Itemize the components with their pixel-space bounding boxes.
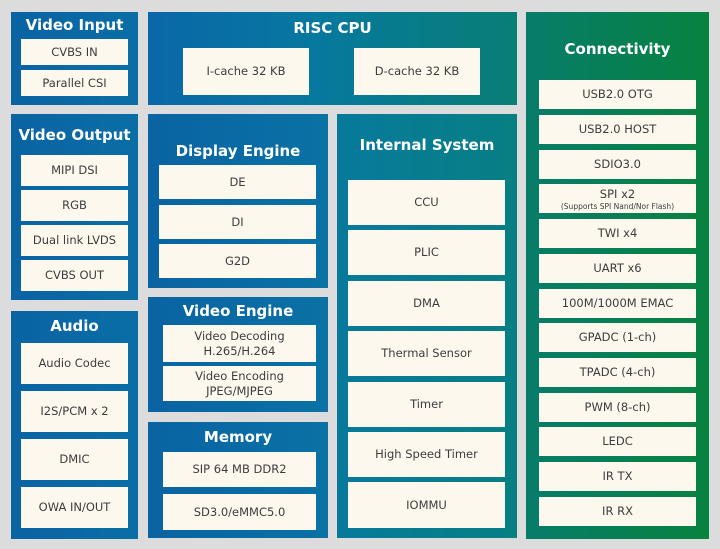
- connectivity-item-twi: TWI x4: [539, 219, 696, 248]
- video-output-item-rgb: RGB: [21, 190, 128, 221]
- connectivity-title: Connectivity: [564, 40, 671, 58]
- video-engine-item-encoding: Video Encoding JPEG/MJPEG: [163, 366, 316, 401]
- video-engine-block: Video Engine Video Decoding H.265/H.264 …: [148, 297, 328, 412]
- connectivity-item-ledc: LEDC: [539, 427, 696, 456]
- video-output-item-dual-link-lvds: Dual link LVDS: [21, 225, 128, 256]
- video-output-title: Video Output: [18, 126, 131, 144]
- video-output-block: Video Output MIPI DSI RGB Dual link LVDS…: [11, 114, 138, 300]
- audio-item-owa-in-out: OWA IN/OUT: [21, 487, 128, 528]
- internal-system-item-dma: DMA: [348, 281, 505, 326]
- risc-cpu-item-icache: I-cache 32 KB: [183, 48, 309, 95]
- audio-item-i2s-pcm: I2S/PCM x 2: [21, 391, 128, 432]
- internal-system-item-timer: Timer: [348, 382, 505, 427]
- risc-cpu-title: RISC CPU: [293, 19, 372, 37]
- connectivity-item-usb-otg: USB2.0 OTG: [539, 80, 696, 109]
- video-output-item-mipi-dsi: MIPI DSI: [21, 155, 128, 186]
- video-input-block: Video Input CVBS IN Parallel CSI: [11, 12, 138, 105]
- connectivity-block: Connectivity USB2.0 OTG USB2.0 HOST SDIO…: [526, 12, 709, 539]
- connectivity-item-sdio: SDIO3.0: [539, 150, 696, 179]
- connectivity-item-gpadc: GPADC (1-ch): [539, 323, 696, 352]
- audio-block: Audio Audio Codec I2S/PCM x 2 DMIC OWA I…: [11, 311, 138, 539]
- video-input-item-parallel-csi: Parallel CSI: [21, 70, 128, 96]
- internal-system-item-high-speed-timer: High Speed Timer: [348, 432, 505, 477]
- video-output-item-cvbs-out: CVBS OUT: [21, 260, 128, 291]
- display-engine-item-di: DI: [159, 205, 316, 239]
- display-engine-title: Display Engine: [175, 142, 301, 160]
- audio-item-audio-codec: Audio Codec: [21, 343, 128, 384]
- video-encoding-label: Video Encoding: [195, 368, 284, 383]
- internal-system-item-ccu: CCU: [348, 180, 505, 225]
- audio-item-dmic: DMIC: [21, 439, 128, 480]
- memory-item-sd-emmc: SD3.0/eMMC5.0: [163, 494, 316, 530]
- memory-block: Memory SIP 64 MB DDR2 SD3.0/eMMC5.0: [148, 422, 328, 538]
- internal-system-title: Internal System: [359, 136, 495, 154]
- memory-title: Memory: [203, 428, 273, 446]
- risc-cpu-block: RISC CPU I-cache 32 KB D-cache 32 KB: [148, 12, 517, 105]
- video-input-item-cvbs-in: CVBS IN: [21, 39, 128, 65]
- internal-system-block: Internal System CCU PLIC DMA Thermal Sen…: [337, 114, 517, 538]
- connectivity-item-ir-rx: IR RX: [539, 497, 696, 526]
- video-decoding-label: Video Decoding: [194, 328, 285, 343]
- video-decoding-codecs: H.265/H.264: [203, 343, 276, 358]
- connectivity-item-emac: 100M/1000M EMAC: [539, 289, 696, 318]
- connectivity-item-tpadc: TPADC (4-ch): [539, 358, 696, 387]
- internal-system-item-thermal-sensor: Thermal Sensor: [348, 331, 505, 376]
- internal-system-item-iommu: IOMMU: [348, 482, 505, 528]
- connectivity-item-pwm: PWM (8-ch): [539, 393, 696, 422]
- connectivity-item-ir-tx: IR TX: [539, 462, 696, 491]
- internal-system-item-plic: PLIC: [348, 230, 505, 275]
- display-engine-block: Display Engine DE DI G2D: [148, 114, 328, 288]
- spi-note: (Supports SPI Nand/Nor Flash): [560, 201, 675, 211]
- connectivity-item-spi: SPI x2 (Supports SPI Nand/Nor Flash): [539, 184, 696, 213]
- risc-cpu-item-dcache: D-cache 32 KB: [354, 48, 480, 95]
- video-input-title: Video Input: [25, 16, 124, 34]
- memory-item-sip-ddr2: SIP 64 MB DDR2: [163, 452, 316, 487]
- display-engine-item-g2d: G2D: [159, 244, 316, 278]
- audio-title: Audio: [50, 317, 99, 335]
- connectivity-item-usb-host: USB2.0 HOST: [539, 115, 696, 144]
- display-engine-item-de: DE: [159, 165, 316, 199]
- video-encoding-codecs: JPEG/MJPEG: [206, 383, 273, 398]
- video-engine-title: Video Engine: [182, 302, 294, 320]
- connectivity-item-uart: UART x6: [539, 254, 696, 283]
- spi-label: SPI x2: [599, 186, 636, 201]
- video-engine-item-decoding: Video Decoding H.265/H.264: [163, 325, 316, 362]
